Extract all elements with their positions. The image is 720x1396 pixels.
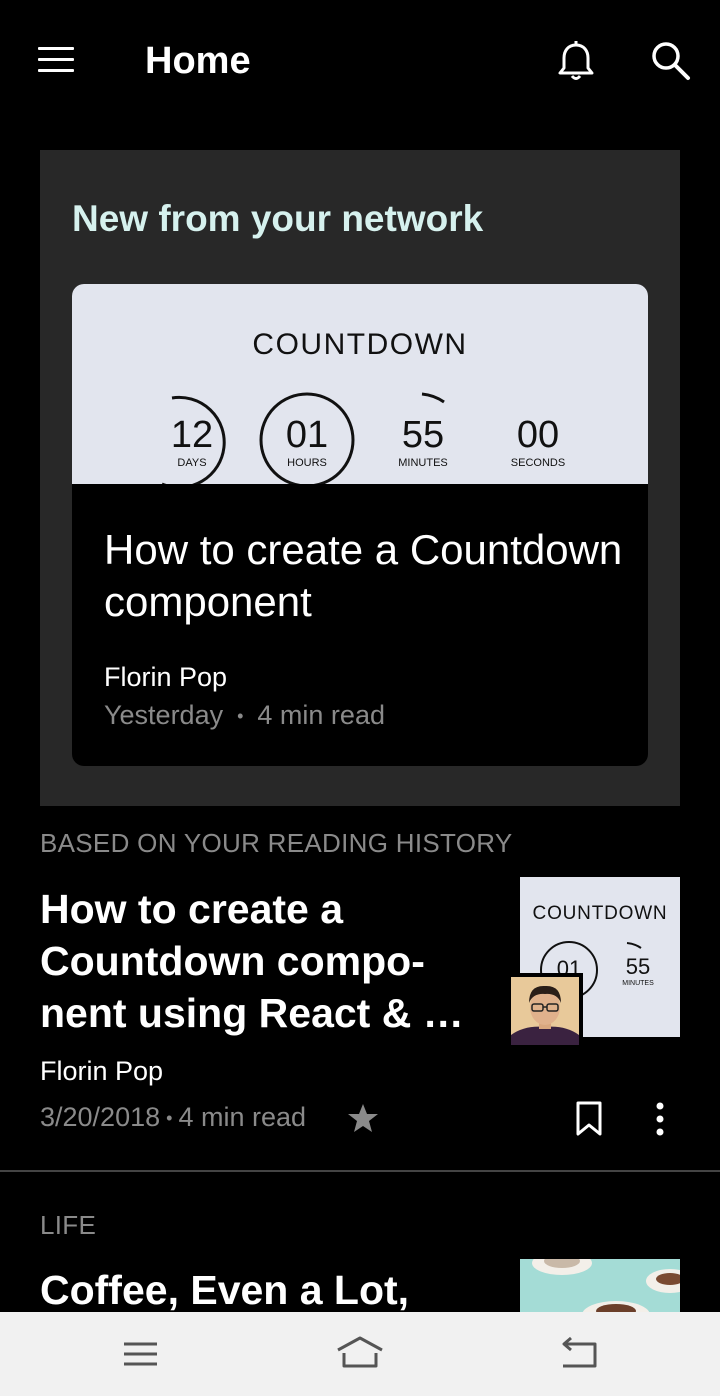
countdown-days-value: 12 [171, 414, 213, 456]
featured-article-author: Florin Pop [104, 662, 228, 692]
hamburger-menu-icon[interactable] [38, 47, 74, 73]
featured-article-date: Yesterday [104, 700, 224, 730]
article-date: 3/20/2018 [40, 1102, 161, 1132]
meta-separator: • [237, 706, 244, 727]
network-section: New from your network COUNTDOWN 12 DAYS … [40, 150, 680, 806]
top-app-bar: Home [0, 0, 720, 124]
article-author[interactable]: Florin Pop [40, 1056, 163, 1087]
article-title-line: Countdown compo- [40, 938, 425, 984]
bookmark-icon[interactable] [573, 1101, 605, 1137]
divider [0, 1170, 720, 1172]
article-read-time: 4 min read [178, 1102, 307, 1132]
life-label: LIFE [40, 1210, 97, 1240]
meta-separator: • [166, 1108, 173, 1129]
author-avatar[interactable] [507, 973, 583, 1049]
countdown-minutes-value: 55 [402, 414, 444, 456]
article-title-line: How to create a [40, 886, 344, 932]
search-icon[interactable] [650, 40, 692, 82]
countdown-seconds-label: SECONDS [511, 457, 565, 469]
article-title[interactable]: How to create a Countdown compo- nent us… [40, 883, 464, 1039]
bell-icon[interactable] [556, 40, 596, 82]
article-title-line: nent using React & … [40, 990, 464, 1036]
recent-apps-icon[interactable] [115, 1334, 165, 1374]
life-article-title[interactable]: Coffee, Even a Lot, [40, 1264, 409, 1316]
countdown-minutes-label: MINUTES [398, 457, 448, 469]
featured-article-card[interactable]: COUNTDOWN 12 DAYS 01 HOURS 55 MINUTES 00… [72, 284, 648, 766]
countdown-seconds-value: 00 [517, 414, 559, 456]
network-heading: New from your network [72, 198, 484, 239]
featured-article-meta: Yesterday • 4 min read [104, 700, 385, 731]
countdown-hours-value: 01 [286, 414, 328, 456]
thumbnail-minutes-label: MINUTES [622, 980, 654, 987]
home-icon[interactable] [335, 1334, 385, 1374]
back-icon[interactable] [555, 1334, 605, 1374]
star-icon [347, 1103, 379, 1134]
system-nav-bar [0, 1312, 720, 1396]
countdown-hours-label: HOURS [287, 457, 327, 469]
countdown-days-label: DAYS [177, 457, 206, 469]
thumbnail-value-minutes: 55 [626, 954, 650, 979]
more-vertical-icon[interactable] [650, 1101, 670, 1137]
coffee-article-thumbnail[interactable] [520, 1259, 680, 1315]
featured-article-image: COUNTDOWN 12 DAYS 01 HOURS 55 MINUTES 00… [72, 284, 648, 484]
featured-article-read-time: 4 min read [257, 700, 385, 730]
article-meta: 3/20/2018 • 4 min read [40, 1102, 306, 1133]
page-title: Home [145, 40, 251, 82]
featured-article-title: How to create a Countdown component [104, 526, 623, 625]
reading-history-label: BASED ON YOUR READING HISTORY [40, 828, 513, 858]
